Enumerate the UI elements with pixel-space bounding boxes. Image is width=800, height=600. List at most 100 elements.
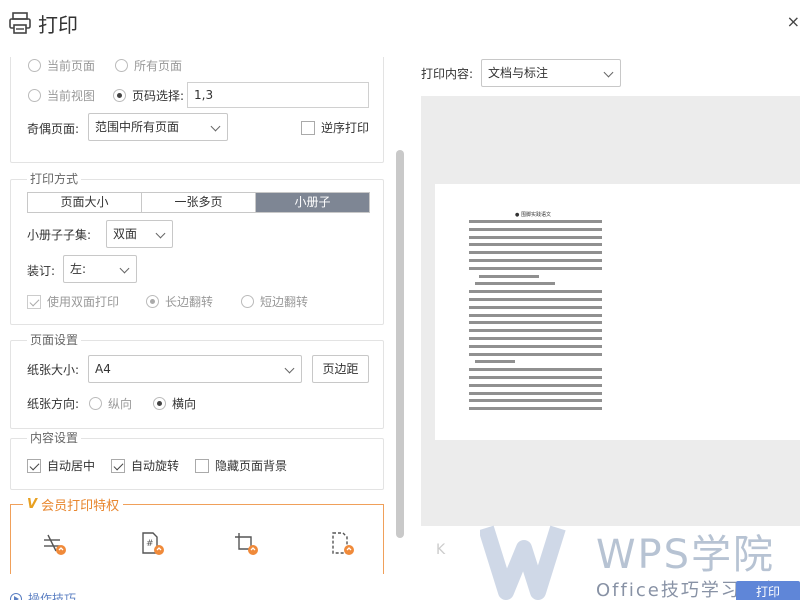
title-bar: 打印 × <box>0 0 800 46</box>
radio-dot <box>28 89 41 102</box>
preview-text-line <box>469 383 602 387</box>
remove-watermark-icon[interactable] <box>41 531 67 557</box>
checkbox-label: 自动居中 <box>47 459 96 473</box>
margin-button[interactable]: 页边距 <box>312 355 369 383</box>
content-settings-legend: 内容设置 <box>27 430 82 446</box>
preview-page: ● 围脚实践语文 <box>435 184 800 440</box>
wps-brand-text: WPS学院 <box>596 532 776 578</box>
paper-size-value: A4 <box>95 362 111 376</box>
radio-landscape[interactable]: 横向 <box>153 395 196 412</box>
preview-text-line <box>469 251 602 255</box>
checkbox-label: 自动旋转 <box>131 459 180 473</box>
reverse-print-checkbox[interactable]: 逆序打印 <box>301 119 369 136</box>
vip-legend: V 会员打印特权 <box>23 495 124 514</box>
print-content-select[interactable]: 文档与标注 <box>481 59 621 87</box>
chevron-down-icon <box>210 121 221 132</box>
play-circle-icon <box>10 592 22 600</box>
preview-text-line <box>469 313 602 317</box>
content-settings-card: 内容设置 自动居中 自动旋转 隐藏页面背景 <box>10 430 384 490</box>
radio-dot <box>28 59 41 72</box>
preview-page-heading: ● 围脚实践语文 <box>515 212 551 218</box>
range-card: 当前页面 所有页面 当前视图 页码选择: 1,3 奇偶页面: 范围中所有页面 逆… <box>10 57 384 163</box>
print-method-card: 打印方式 页面大小 一张多页 小册子 小册子子集: 双面 装订: 左: 使用双面… <box>10 171 384 325</box>
preview-text-line <box>475 282 555 286</box>
paper-size-label: 纸张大小: <box>27 363 80 377</box>
vip-legend-text: 会员打印特权 <box>41 499 120 514</box>
radio-dot <box>89 397 102 410</box>
scrollbar-thumb[interactable] <box>396 150 404 538</box>
binding-label: 装订: <box>27 264 56 278</box>
preview-text-line <box>469 220 602 223</box>
page-range-input[interactable]: 1,3 <box>187 82 369 108</box>
hide-background-checkbox[interactable]: 隐藏页面背景 <box>195 457 287 474</box>
print-method-tabs: 页面大小 一张多页 小册子 <box>27 192 370 213</box>
print-button[interactable]: 打印 <box>736 581 800 600</box>
tips-label: 操作技巧 <box>28 592 77 600</box>
radio-label: 所有页面 <box>134 59 183 73</box>
radio-portrait[interactable]: 纵向 <box>89 395 132 412</box>
radio-dot <box>146 295 159 308</box>
checkbox-box <box>27 458 41 473</box>
chevron-down-icon <box>155 228 166 239</box>
preview-text-line <box>469 376 602 379</box>
radio-current-page[interactable]: 当前页面 <box>28 57 95 74</box>
page-number-icon[interactable]: # <box>139 531 165 557</box>
radio-page-select[interactable]: 页码选择: <box>113 87 184 104</box>
checkbox-label: 隐藏页面背景 <box>215 459 288 473</box>
preview-text-line <box>469 259 602 262</box>
preview-text-line <box>469 290 602 294</box>
preview-text-line <box>469 227 602 231</box>
duplex-checkbox[interactable]: 使用双面打印 <box>27 293 119 310</box>
radio-short-edge[interactable]: 短边翻转 <box>241 293 308 310</box>
tab-multi-page[interactable]: 一张多页 <box>142 193 256 212</box>
paper-size-select[interactable]: A4 <box>88 355 302 383</box>
radio-dot <box>115 59 128 72</box>
booklet-subset-value: 双面 <box>113 227 138 241</box>
printer-icon <box>9 12 31 34</box>
radio-label: 当前页面 <box>47 59 96 73</box>
radio-label: 横向 <box>172 397 197 411</box>
tips-link[interactable]: 操作技巧 <box>10 590 76 600</box>
preview-text-line <box>469 235 602 239</box>
chevron-down-icon <box>284 363 295 374</box>
preview-text-line <box>469 407 602 411</box>
preview-text-line <box>469 305 602 309</box>
radio-label: 页码选择: <box>132 89 185 103</box>
booklet-subset-select[interactable]: 双面 <box>106 220 173 248</box>
tab-page-size[interactable]: 页面大小 <box>28 193 142 212</box>
binding-select[interactable]: 左: <box>63 255 137 283</box>
checkbox-box <box>301 120 315 135</box>
svg-text:#: # <box>146 539 154 549</box>
odd-even-select[interactable]: 范围中所有页面 <box>88 113 228 141</box>
preview-text-line <box>469 352 602 356</box>
page-setup-card: 页面设置 纸张大小: A4 页边距 纸张方向: 纵向 横向 <box>10 332 384 429</box>
vip-badge-icon: V <box>27 497 38 512</box>
close-icon[interactable]: × <box>787 12 800 31</box>
orientation-label: 纸张方向: <box>27 397 80 411</box>
binding-value: 左: <box>70 262 87 276</box>
auto-rotate-checkbox[interactable]: 自动旋转 <box>111 457 179 474</box>
radio-all-pages[interactable]: 所有页面 <box>115 57 182 74</box>
print-content-label: 打印内容: <box>421 67 474 81</box>
print-content-value: 文档与标注 <box>488 66 549 80</box>
chevron-down-icon <box>119 263 130 274</box>
auto-center-checkbox[interactable]: 自动居中 <box>27 457 95 474</box>
crop-icon[interactable] <box>233 531 259 557</box>
radio-long-edge[interactable]: 长边翻转 <box>146 293 213 310</box>
chevron-down-icon <box>603 67 614 78</box>
preview-text-line <box>469 368 602 372</box>
tab-booklet[interactable]: 小册子 <box>256 193 369 212</box>
preview-text-line <box>475 360 515 364</box>
checkbox-box <box>27 294 41 309</box>
radio-dot <box>241 295 254 308</box>
booklet-subset-label: 小册子子集: <box>27 228 92 242</box>
preview-text-line <box>469 329 602 333</box>
split-page-icon[interactable] <box>329 531 355 557</box>
radio-label: 纵向 <box>108 397 133 411</box>
pager-prev-button[interactable]: K <box>436 542 445 558</box>
checkbox-label: 逆序打印 <box>321 121 370 135</box>
odd-even-label: 奇偶页面: <box>27 122 80 136</box>
preview-text-line <box>469 266 602 270</box>
radio-label: 当前视图 <box>47 89 96 103</box>
radio-current-view[interactable]: 当前视图 <box>28 87 95 104</box>
